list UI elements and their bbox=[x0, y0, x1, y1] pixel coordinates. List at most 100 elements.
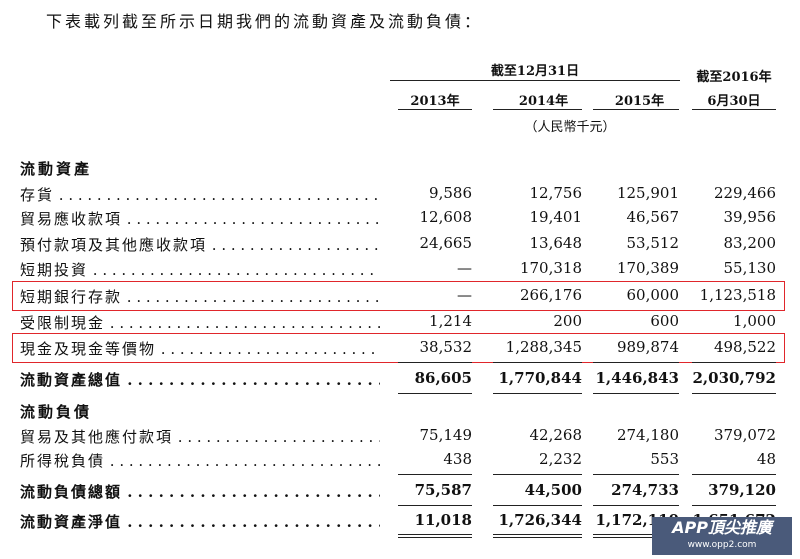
total-row: 流動資產總值 86,605 1,770,844 1,446,843 2,030,… bbox=[0, 369, 800, 391]
header-rule-2015 bbox=[593, 109, 679, 110]
cell-2015: 125,901 bbox=[616, 184, 679, 202]
total-rule bbox=[593, 393, 679, 394]
cell-2014: 44,500 bbox=[524, 481, 582, 499]
table-row: 貿易及其他應付款項 75,149 42,268 274,180 379,072 bbox=[0, 426, 800, 448]
header-2014: 2014年 bbox=[518, 94, 569, 109]
cell-2013: 24,665 bbox=[419, 234, 473, 252]
watermark-logo: APP頂尖推廣 www.opp2.com bbox=[652, 517, 792, 555]
cell-2013: — bbox=[457, 286, 472, 304]
watermark-main: APP頂尖推廣 bbox=[672, 518, 772, 537]
subtotal-rule bbox=[593, 474, 679, 475]
header-unit: （人民幣千元） bbox=[524, 120, 616, 135]
cell-2013: 11,018 bbox=[414, 511, 472, 529]
row-label: 流動負債總額 bbox=[20, 481, 380, 502]
cell-2016h1: 39,956 bbox=[723, 208, 777, 226]
table-row: 受限制現金 1,214 200 600 1,000 bbox=[0, 312, 800, 334]
subtotal-rule bbox=[593, 362, 679, 363]
cell-2015: 553 bbox=[650, 450, 679, 468]
header-span-rule bbox=[390, 80, 680, 81]
double-rule bbox=[398, 534, 472, 535]
total-rule bbox=[493, 505, 582, 506]
row-label: 所得稅負債 bbox=[20, 450, 380, 471]
cell-2013: 9,586 bbox=[429, 184, 472, 202]
row-label: 流動資產淨值 bbox=[20, 511, 380, 532]
table-row: 貿易應收款項 12,608 19,401 46,567 39,956 bbox=[0, 208, 800, 230]
subtotal-rule bbox=[493, 362, 582, 363]
cell-2016h1: 1,123,518 bbox=[699, 286, 776, 304]
header-last-line1: 截至2016年 bbox=[696, 70, 772, 85]
cell-2016h1: 83,200 bbox=[723, 234, 777, 252]
cell-2014: 266,176 bbox=[519, 286, 582, 304]
header-rule-2014 bbox=[493, 109, 582, 110]
cell-2015: 53,512 bbox=[626, 234, 680, 252]
row-label: 存貨 bbox=[20, 184, 380, 205]
cell-2013: 86,605 bbox=[414, 369, 472, 387]
double-rule bbox=[398, 537, 472, 538]
section-current-liabilities: 流動負債 bbox=[20, 403, 93, 421]
total-rule bbox=[398, 505, 472, 506]
row-label: 貿易應收款項 bbox=[20, 208, 380, 229]
double-rule bbox=[493, 534, 582, 535]
total-row: 流動負債總額 75,587 44,500 274,733 379,120 bbox=[0, 481, 800, 503]
row-label: 流動資產總值 bbox=[20, 369, 380, 390]
table-row: 預付款項及其他應收款項 24,665 13,648 53,512 83,200 bbox=[0, 234, 800, 256]
cell-2014: 19,401 bbox=[529, 208, 583, 226]
cell-2014: 13,648 bbox=[529, 234, 583, 252]
cell-2014: 200 bbox=[553, 312, 582, 330]
cell-2016h1: 498,522 bbox=[713, 338, 776, 356]
table-row: 所得稅負債 438 2,232 553 48 bbox=[0, 450, 800, 472]
total-rule bbox=[398, 393, 472, 394]
total-rule bbox=[493, 393, 582, 394]
cell-2015: 1,446,843 bbox=[595, 369, 679, 387]
cell-2014: 1,770,844 bbox=[498, 369, 582, 387]
row-label: 受限制現金 bbox=[20, 312, 380, 333]
subtotal-rule bbox=[692, 362, 776, 363]
header-rule-2013 bbox=[398, 109, 472, 110]
total-rule bbox=[593, 505, 679, 506]
total-rule bbox=[692, 393, 776, 394]
cell-2016h1: 1,000 bbox=[733, 312, 776, 330]
cell-2016h1: 379,072 bbox=[713, 426, 776, 444]
cell-2014: 2,232 bbox=[539, 450, 582, 468]
cell-2015: 274,733 bbox=[611, 481, 679, 499]
cell-2014: 12,756 bbox=[529, 184, 583, 202]
header-rule-2016 bbox=[692, 109, 776, 110]
header-last-line2: 6月30日 bbox=[707, 94, 761, 109]
header-2013: 2013年 bbox=[410, 94, 460, 109]
cell-2015: 170,389 bbox=[616, 259, 679, 277]
header-span-label: 截至12月31日 bbox=[490, 64, 580, 79]
section-current-assets: 流動資產 bbox=[20, 160, 93, 178]
cell-2016h1: 229,466 bbox=[713, 184, 776, 202]
watermark-url: www.opp2.com bbox=[687, 540, 757, 550]
cell-2013: 438 bbox=[443, 450, 472, 468]
header-2015: 2015年 bbox=[614, 94, 665, 109]
cell-2015: 600 bbox=[650, 312, 679, 330]
row-label: 預付款項及其他應收款項 bbox=[20, 234, 380, 255]
intro-text: 下表載列截至所示日期我們的流動資產及流動負債： bbox=[46, 12, 484, 31]
cell-2014: 170,318 bbox=[519, 259, 582, 277]
cell-2016h1: 2,030,792 bbox=[692, 369, 776, 387]
subtotal-rule bbox=[398, 474, 472, 475]
table-row: 短期投資 — 170,318 170,389 55,130 bbox=[0, 259, 800, 281]
cell-2015: 274,180 bbox=[616, 426, 679, 444]
table-row-highlighted: 現金及現金等價物 38,532 1,288,345 989,874 498,52… bbox=[0, 338, 800, 360]
cell-2013: 75,149 bbox=[419, 426, 473, 444]
table-row-highlighted: 短期銀行存款 — 266,176 60,000 1,123,518 bbox=[0, 286, 800, 308]
cell-2014: 1,726,344 bbox=[498, 511, 582, 529]
cell-2015: 989,874 bbox=[616, 338, 679, 356]
subtotal-rule bbox=[692, 474, 776, 475]
cell-2013: 75,587 bbox=[414, 481, 472, 499]
table-row: 存貨 9,586 12,756 125,901 229,466 bbox=[0, 184, 800, 206]
cell-2013: — bbox=[457, 259, 472, 277]
cell-2016h1: 55,130 bbox=[723, 259, 777, 277]
cell-2015: 46,567 bbox=[626, 208, 680, 226]
cell-2015: 60,000 bbox=[626, 286, 680, 304]
row-label: 短期投資 bbox=[20, 259, 380, 280]
total-rule bbox=[692, 505, 776, 506]
cell-2013: 12,608 bbox=[419, 208, 473, 226]
cell-2014: 42,268 bbox=[529, 426, 583, 444]
subtotal-rule bbox=[398, 362, 472, 363]
cell-2016h1: 379,120 bbox=[708, 481, 776, 499]
row-label: 短期銀行存款 bbox=[20, 286, 380, 307]
cell-2014: 1,288,345 bbox=[505, 338, 582, 356]
